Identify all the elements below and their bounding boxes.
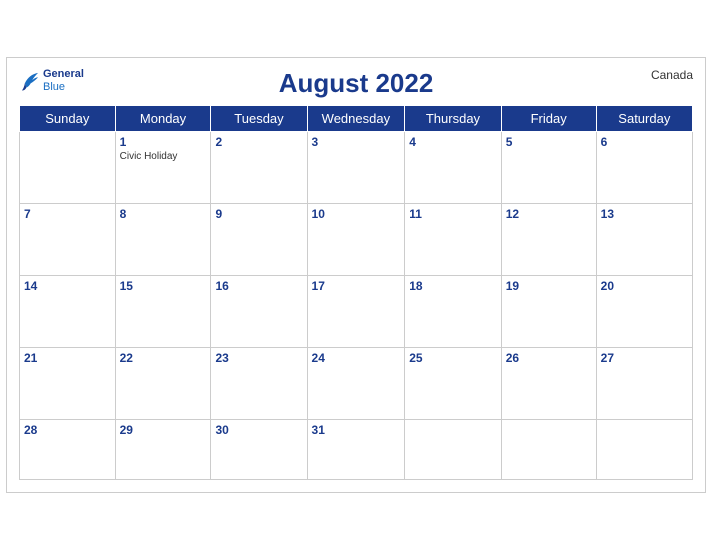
day-number: 27 — [601, 351, 688, 365]
calendar-cell: 2 — [211, 132, 307, 204]
calendar-cell — [501, 420, 596, 480]
week-row-4: 21 22 23 24 25 26 27 — [20, 348, 693, 420]
calendar-cell: 24 — [307, 348, 405, 420]
week-row-3: 14 15 16 17 18 19 20 — [20, 276, 693, 348]
logo-general: General — [43, 68, 84, 80]
calendar-cell: 31 — [307, 420, 405, 480]
day-number: 2 — [215, 135, 302, 149]
week-row-2: 789 10 11 12 13 — [20, 204, 693, 276]
calendar-cell: 10 — [307, 204, 405, 276]
calendar-cell: 23 — [211, 348, 307, 420]
day-number: 15 — [120, 279, 207, 293]
logo-blue: Blue — [43, 81, 65, 93]
calendar-cell — [20, 132, 116, 204]
day-number: 8 — [120, 207, 207, 221]
calendar-cell: 14 — [20, 276, 116, 348]
day-number: 18 — [409, 279, 496, 293]
day-number: 5 — [506, 135, 592, 149]
logo-text: General Blue — [43, 68, 84, 94]
day-number: 30 — [215, 423, 302, 437]
day-header-monday: Monday — [115, 106, 211, 132]
week-row-5: 28 29 30 31 — [20, 420, 693, 480]
calendar-cell: 30 — [211, 420, 307, 480]
calendar-cell: 5 — [501, 132, 596, 204]
calendar-cell: 7 — [20, 204, 116, 276]
day-number: 10 — [312, 207, 401, 221]
day-number: 23 — [215, 351, 302, 365]
day-number: 22 — [120, 351, 207, 365]
day-header-thursday: Thursday — [405, 106, 501, 132]
calendar-cell: 17 — [307, 276, 405, 348]
calendar-cell: 29 — [115, 420, 211, 480]
calendar-cell: 9 — [211, 204, 307, 276]
day-number: 14 — [24, 279, 111, 293]
calendar-cell: 1 Civic Holiday — [115, 132, 211, 204]
calendar-cell: 26 — [501, 348, 596, 420]
calendar-title: August 2022 — [279, 68, 434, 99]
day-number: 19 — [506, 279, 592, 293]
calendar-container: General Blue August 2022 Canada SundayMo… — [6, 57, 706, 493]
calendar-cell: 18 — [405, 276, 501, 348]
calendar-cell: 25 — [405, 348, 501, 420]
week-row-1: 1 Civic Holiday 23456 — [20, 132, 693, 204]
day-number: 6 — [601, 135, 688, 149]
calendar-cell: 13 — [596, 204, 692, 276]
day-number: 31 — [312, 423, 401, 437]
calendar-cell: 22 — [115, 348, 211, 420]
calendar-cell: 11 — [405, 204, 501, 276]
calendar-cell: 6 — [596, 132, 692, 204]
calendar-cell: 12 — [501, 204, 596, 276]
day-number: 12 — [506, 207, 592, 221]
calendar-cell: 4 — [405, 132, 501, 204]
day-number: 4 — [409, 135, 496, 149]
day-number: 7 — [24, 207, 111, 221]
calendar-cell — [596, 420, 692, 480]
holiday-label: Civic Holiday — [120, 151, 207, 162]
days-header-row: SundayMondayTuesdayWednesdayThursdayFrid… — [20, 106, 693, 132]
day-number: 13 — [601, 207, 688, 221]
day-number: 26 — [506, 351, 592, 365]
calendar-header: General Blue August 2022 Canada — [19, 68, 693, 99]
day-number: 28 — [24, 423, 111, 437]
calendar-cell: 19 — [501, 276, 596, 348]
calendar-cell: 20 — [596, 276, 692, 348]
calendar-cell: 3 — [307, 132, 405, 204]
day-header-friday: Friday — [501, 106, 596, 132]
day-header-wednesday: Wednesday — [307, 106, 405, 132]
calendar-cell: 15 — [115, 276, 211, 348]
day-header-saturday: Saturday — [596, 106, 692, 132]
day-number: 3 — [312, 135, 401, 149]
day-number: 11 — [409, 207, 496, 221]
logo-icon — [19, 70, 41, 92]
country-label: Canada — [651, 68, 693, 82]
day-number: 9 — [215, 207, 302, 221]
day-number: 24 — [312, 351, 401, 365]
day-number: 20 — [601, 279, 688, 293]
calendar-cell: 8 — [115, 204, 211, 276]
day-header-tuesday: Tuesday — [211, 106, 307, 132]
day-number: 17 — [312, 279, 401, 293]
day-number: 29 — [120, 423, 207, 437]
day-number: 1 — [120, 135, 207, 149]
calendar-cell: 21 — [20, 348, 116, 420]
calendar-table: SundayMondayTuesdayWednesdayThursdayFrid… — [19, 105, 693, 480]
day-header-sunday: Sunday — [20, 106, 116, 132]
day-number: 16 — [215, 279, 302, 293]
logo-area: General Blue — [19, 68, 84, 94]
calendar-cell: 16 — [211, 276, 307, 348]
calendar-cell — [405, 420, 501, 480]
calendar-cell: 28 — [20, 420, 116, 480]
day-number: 25 — [409, 351, 496, 365]
day-number: 21 — [24, 351, 111, 365]
calendar-cell: 27 — [596, 348, 692, 420]
